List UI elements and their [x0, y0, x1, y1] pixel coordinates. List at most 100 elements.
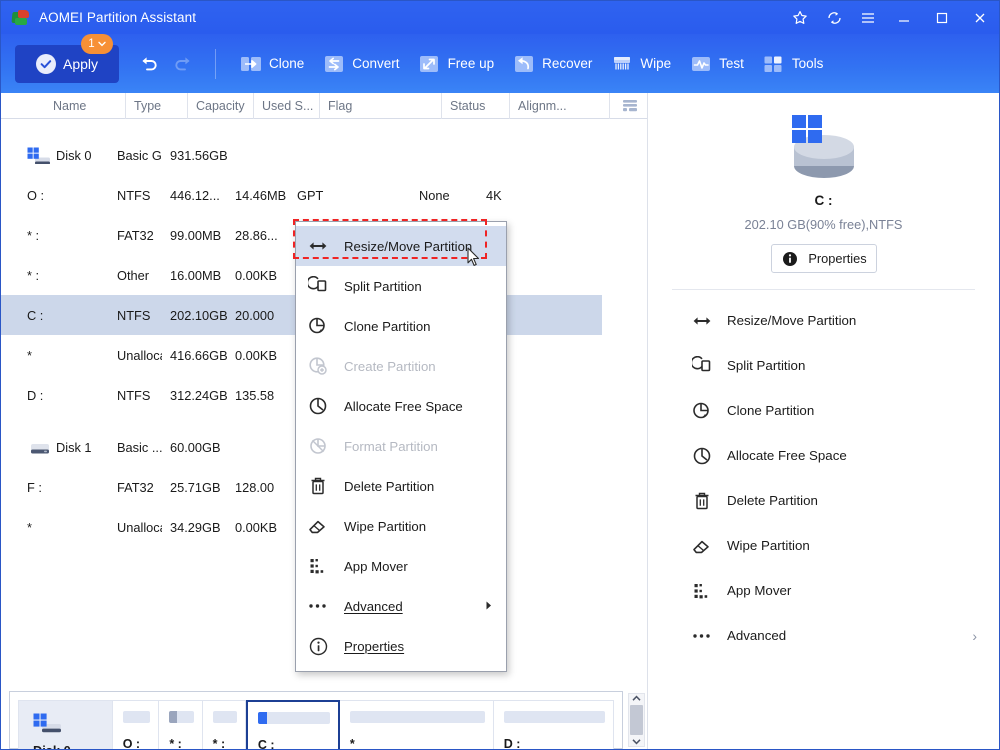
row-type: NTFS — [109, 188, 162, 203]
toolbar-item-free-up[interactable]: Free up — [409, 44, 504, 84]
disk-map-partition[interactable]: * 416.66GB(100% free) Unallocated — [340, 700, 494, 750]
row-status: None — [411, 188, 478, 203]
info-icon — [308, 636, 328, 656]
panel-action-label: Wipe Partition — [727, 538, 810, 553]
column-header-type[interactable]: Type — [125, 93, 187, 119]
panel-action-delete-partition[interactable]: Delete Partition — [648, 478, 999, 523]
pending-operations-badge[interactable]: 1 — [81, 34, 113, 54]
panel-action-list: Resize/Move Partition Split Partition Cl… — [648, 298, 999, 658]
eraser-icon — [308, 516, 328, 536]
usage-bar — [213, 711, 237, 723]
context-menu-item-wipe-partition[interactable]: Wipe Partition — [296, 506, 506, 546]
disk-icon — [27, 439, 49, 456]
star-icon[interactable] — [783, 1, 817, 34]
panel-partition-title: C : — [648, 193, 999, 208]
row-type: Basic G... — [109, 148, 162, 163]
context-menu-item-allocate-free-space[interactable]: Allocate Free Space — [296, 386, 506, 426]
redo-icon[interactable] — [169, 50, 197, 78]
disk-map-header-disk0[interactable]: Disk 0 931.56GB Basic GPT — [18, 700, 113, 750]
disk-icon — [33, 713, 63, 735]
toolbar-item-wipe[interactable]: Wipe — [601, 44, 680, 84]
ellipsis-icon — [308, 596, 328, 616]
maximize-icon[interactable] — [923, 1, 961, 34]
context-menu-item-clone-partition[interactable]: Clone Partition — [296, 306, 506, 346]
toolbar-divider — [215, 49, 216, 79]
panel-action-label: App Mover — [727, 583, 791, 598]
panel-action-app-mover[interactable]: App Mover — [648, 568, 999, 613]
convert-icon — [322, 52, 345, 75]
column-header-capacity[interactable]: Capacity — [187, 93, 253, 119]
pending-count: 1 — [88, 38, 94, 50]
minimize-icon[interactable] — [885, 1, 923, 34]
context-menu-item-split-partition[interactable]: Split Partition — [296, 266, 506, 306]
column-settings-icon[interactable] — [609, 93, 649, 119]
mouse-cursor — [467, 247, 481, 272]
panel-action-wipe-partition[interactable]: Wipe Partition — [648, 523, 999, 568]
context-menu-label: Format Partition — [344, 439, 438, 454]
chevron-up-icon[interactable] — [628, 694, 645, 703]
toolbar-item-tools[interactable]: Tools — [753, 44, 833, 84]
refresh-icon[interactable] — [817, 1, 851, 34]
test-icon — [689, 52, 712, 75]
toolbar-label: Wipe — [640, 56, 671, 71]
context-menu-item-app-mover[interactable]: App Mover — [296, 546, 506, 586]
properties-button[interactable]: Properties — [771, 244, 877, 273]
panel-action-advanced[interactable]: Advanced › — [648, 613, 999, 658]
partition-title: C : — [258, 738, 330, 750]
table-header: Name Type Capacity Used S... Flag Status… — [1, 93, 649, 119]
row-name-cell: * : — [1, 268, 109, 283]
column-header-name[interactable]: Name — [1, 93, 125, 119]
close-icon[interactable] — [961, 1, 999, 34]
row-type: Other — [109, 268, 162, 283]
toolbar-item-test[interactable]: Test — [680, 44, 753, 84]
menu-icon[interactable] — [851, 1, 885, 34]
row-name-cell: O : — [1, 188, 109, 203]
usage-bar — [169, 711, 193, 723]
toolbar-label: Convert — [352, 56, 399, 71]
toolbar-item-convert[interactable]: Convert — [313, 44, 408, 84]
panel-action-allocate-free-space[interactable]: Allocate Free Space — [648, 433, 999, 478]
toolbar-item-clone[interactable]: Clone — [230, 44, 313, 84]
disk-map-partition-selected[interactable]: C : 202.10GB(90... NTFS,Syste... — [246, 700, 340, 750]
row-name: * — [27, 520, 32, 535]
panel-partition-subtitle: 202.10 GB(90% free),NTFS — [648, 217, 999, 232]
disk-map-scrollbar[interactable] — [628, 693, 645, 747]
main-toolbar: Apply 1 Clone Conver — [1, 34, 999, 93]
column-header-flag[interactable]: Flag — [319, 93, 441, 119]
column-header-status[interactable]: Status — [441, 93, 509, 119]
toolbar-item-recover[interactable]: Recover — [503, 44, 601, 84]
row-name: * : — [27, 268, 39, 283]
column-header-alignment[interactable]: Alignm... — [509, 93, 570, 119]
partition-title: O : — [123, 737, 151, 750]
row-type: Unalloca... — [109, 520, 162, 535]
eraser-icon — [692, 536, 712, 556]
panel-action-clone-partition[interactable]: Clone Partition — [648, 388, 999, 433]
allocate-icon — [692, 446, 712, 466]
row-name: * — [27, 348, 32, 363]
context-menu-item-create-partition: Create Partition — [296, 346, 506, 386]
disk-map-partition[interactable]: D : 312.24GB(99% ... NTFS,Primary — [494, 700, 614, 750]
context-menu-item-properties[interactable]: Properties — [296, 626, 506, 666]
free-up-icon — [418, 52, 441, 75]
partition-disk-icon — [776, 111, 872, 189]
context-menu-item-delete-partition[interactable]: Delete Partition — [296, 466, 506, 506]
disk-map-partition[interactable]: O : 44... NT... — [113, 700, 160, 750]
row-used: 20.000 — [227, 308, 289, 323]
undo-icon[interactable] — [135, 50, 163, 78]
clone-icon — [239, 52, 262, 75]
row-name-cell: F : — [1, 480, 109, 495]
disk-map-partition[interactable]: * : 99.... FA... — [159, 700, 202, 750]
context-menu-label: Resize/Move Partition — [344, 239, 472, 254]
panel-divider — [672, 289, 975, 290]
context-menu-item-advanced[interactable]: Advanced — [296, 586, 506, 626]
row-capacity: 16.00MB — [162, 268, 227, 283]
disk-map-partition[interactable]: * : 16.... Oth... — [203, 700, 246, 750]
table-row[interactable]: Disk 0 Basic G... 931.56GB — [1, 135, 602, 175]
column-header-used-space[interactable]: Used S... — [253, 93, 319, 119]
scrollbar-thumb[interactable] — [630, 705, 643, 736]
panel-action-resize-move-partition[interactable]: Resize/Move Partition — [648, 298, 999, 343]
table-row[interactable]: O : NTFS 446.12... 14.46MB GPT None 4K — [1, 175, 602, 215]
panel-action-split-partition[interactable]: Split Partition — [648, 343, 999, 388]
chevron-down-icon[interactable] — [628, 737, 645, 746]
row-capacity: 931.56GB — [162, 148, 227, 163]
